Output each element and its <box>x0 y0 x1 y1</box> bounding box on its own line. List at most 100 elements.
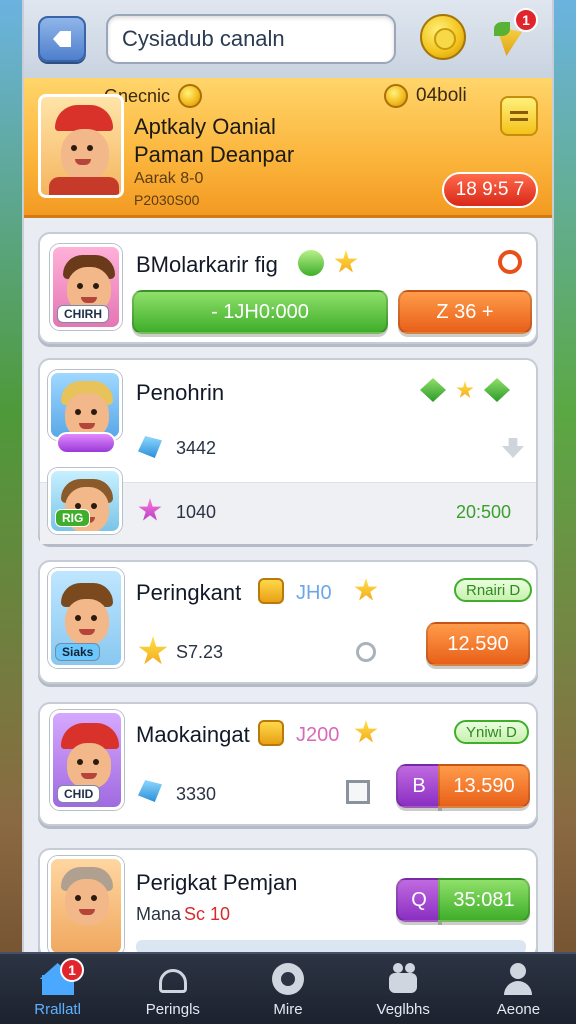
main-panel: Cysiadub canaln 1 Gnecnic 04boli Aptkaly… <box>22 0 554 958</box>
card5-sub-label: Mana <box>136 904 182 924</box>
back-button[interactable] <box>38 16 86 62</box>
search-text: Cysiadub canaln <box>122 26 285 51</box>
card4-title: Maokaingat <box>136 722 250 747</box>
star-icon <box>354 720 378 743</box>
down-arrow-icon[interactable] <box>502 438 524 458</box>
info-icon[interactable] <box>356 642 376 662</box>
card2-row2-value: 1040 <box>176 502 217 522</box>
card3-title: Peringkant <box>136 580 242 605</box>
card1-green-button[interactable]: - 1JH0:000 <box>132 290 388 334</box>
card1-title: BMolarkarir fig <box>136 252 278 277</box>
card1-thumbnail: CHIRH <box>50 244 122 330</box>
card2-row1-value: 3442 <box>176 438 217 458</box>
star-icon <box>334 250 358 273</box>
hero-coins: 04boli <box>384 84 467 108</box>
card2-thumb-label: RIG <box>55 509 91 527</box>
menu-line <box>510 118 528 121</box>
leaf-icon <box>494 22 510 36</box>
cup-icon <box>155 963 191 997</box>
card5-purple-segment[interactable]: Q <box>396 878 442 922</box>
nav-rankings-label: Peringls <box>145 1001 200 1018</box>
settings-icon[interactable] <box>498 250 522 274</box>
green-gem-icon <box>484 378 510 402</box>
card5-sub-value: Sc 10 <box>184 904 231 924</box>
ranking-card-4[interactable]: CHID Maokaingat J200 Yniwi D 3330 B 13.5… <box>38 702 538 826</box>
nav-rankings[interactable]: Peringls <box>115 954 230 1024</box>
card3-score: JH0 <box>296 582 332 604</box>
nav-profile-label: Aeone <box>496 1001 541 1018</box>
star-icon <box>354 578 378 601</box>
card4-score: J200 <box>296 724 340 746</box>
card5-title: Perigkat Pemjan <box>136 870 298 895</box>
card5-green-button[interactable]: 35:081 <box>438 878 530 922</box>
hero-title-line1: Aptkaly Oanial <box>134 114 276 139</box>
ranking-card-3[interactable]: Siaks Peringkant JH0 Rnairi D S7.23 12.5… <box>38 560 538 684</box>
top-bar: Cysiadub canaln 1 <box>24 0 552 78</box>
nav-more[interactable]: Mire <box>230 954 345 1024</box>
gear-icon <box>270 963 306 997</box>
hero-menu-button[interactable] <box>500 96 538 136</box>
card4-orange-button[interactable]: 13.590 <box>438 764 530 808</box>
card4-purple-segment[interactable]: B <box>396 764 442 808</box>
card1-orange-button[interactable]: Z 36 + <box>398 290 532 334</box>
nav-friends[interactable]: Veglbhs <box>346 954 461 1024</box>
card3-thumb-label: Siaks <box>55 643 101 661</box>
star-icon <box>138 636 168 665</box>
featured-player-card[interactable]: Gnecnic 04boli Aptkaly Oanial Paman Dean… <box>24 78 552 218</box>
notification-badge: 1 <box>514 8 538 32</box>
chest-icon <box>258 578 284 604</box>
card4-thumbnail: CHID <box>50 710 124 810</box>
face <box>67 743 111 789</box>
search-field[interactable]: Cysiadub canaln <box>106 14 396 64</box>
flag-button[interactable]: 1 <box>492 8 538 60</box>
coin-shop-button[interactable] <box>420 14 466 60</box>
card5-thumbnail <box>48 856 124 956</box>
card3-row-value: S7.23 <box>176 642 224 662</box>
profile-icon <box>500 963 536 997</box>
square-icon[interactable] <box>346 780 370 804</box>
face <box>65 599 109 645</box>
hero-subtitle2: P2030S00 <box>134 192 200 208</box>
card2-row2-right: 20:500 <box>456 502 512 522</box>
bottom-navigation: 1 Rrallatl Peringls Mire Veglbhs Aeone <box>0 952 576 1024</box>
nav-home-badge: 1 <box>60 958 84 982</box>
face <box>61 129 109 181</box>
hero-coins-value: 04boli <box>416 85 467 106</box>
hero-avatar <box>38 94 124 198</box>
nav-home[interactable]: 1 Rrallatl <box>0 954 115 1024</box>
card3-thumbnail: Siaks <box>48 568 124 668</box>
green-swirl-icon <box>298 250 324 276</box>
blue-gem-icon <box>138 436 162 458</box>
chest-icon <box>258 720 284 746</box>
friends-icon <box>385 963 421 997</box>
blue-gem-icon <box>138 780 162 802</box>
ranking-card-5[interactable]: Perigkat Pemjan Mana Sc 10 Q 35:081 <box>38 848 538 958</box>
coin-icon <box>384 84 408 108</box>
hero-subtitle1: Aarak 8-0 <box>134 170 204 187</box>
leaf-gem-icon <box>420 378 446 402</box>
card2-icons <box>420 378 510 402</box>
card3-tag[interactable]: Rnairi D <box>454 578 533 602</box>
nav-profile[interactable]: Aeone <box>461 954 576 1024</box>
card4-thumb-label: CHID <box>57 785 101 803</box>
nav-friends-label: Veglbhs <box>376 1001 430 1018</box>
card2-title: Penohrin <box>136 380 225 405</box>
card3-orange-button[interactable]: 12.590 <box>426 622 530 666</box>
card2-thumbnail-top <box>48 370 122 440</box>
purple-badge <box>56 432 116 454</box>
ranking-card-1[interactable]: CHIRH BMolarkarir fig - 1JH0:000 Z 36 + <box>38 232 538 344</box>
face <box>65 879 109 925</box>
hero-score-pill[interactable]: 18 9:5 7 <box>442 172 538 208</box>
menu-line <box>510 111 528 114</box>
shirt <box>49 177 119 195</box>
back-arrow-icon <box>53 31 71 47</box>
ranking-card-2[interactable]: Penohrin 3442 RIG 1040 20:500 <box>38 358 538 544</box>
card4-row-value: 3330 <box>176 784 217 804</box>
coin-icon <box>178 84 203 108</box>
hero-title-line2: Paman Deanpar <box>134 142 295 167</box>
card4-tag[interactable]: Yniwi D <box>454 720 529 744</box>
card1-thumb-label: CHIRH <box>57 305 109 323</box>
card2-thumbnail-bottom: RIG <box>48 468 122 534</box>
nav-more-label: Mire <box>273 1001 303 1018</box>
nav-home-label: Rrallatl <box>34 1001 81 1018</box>
